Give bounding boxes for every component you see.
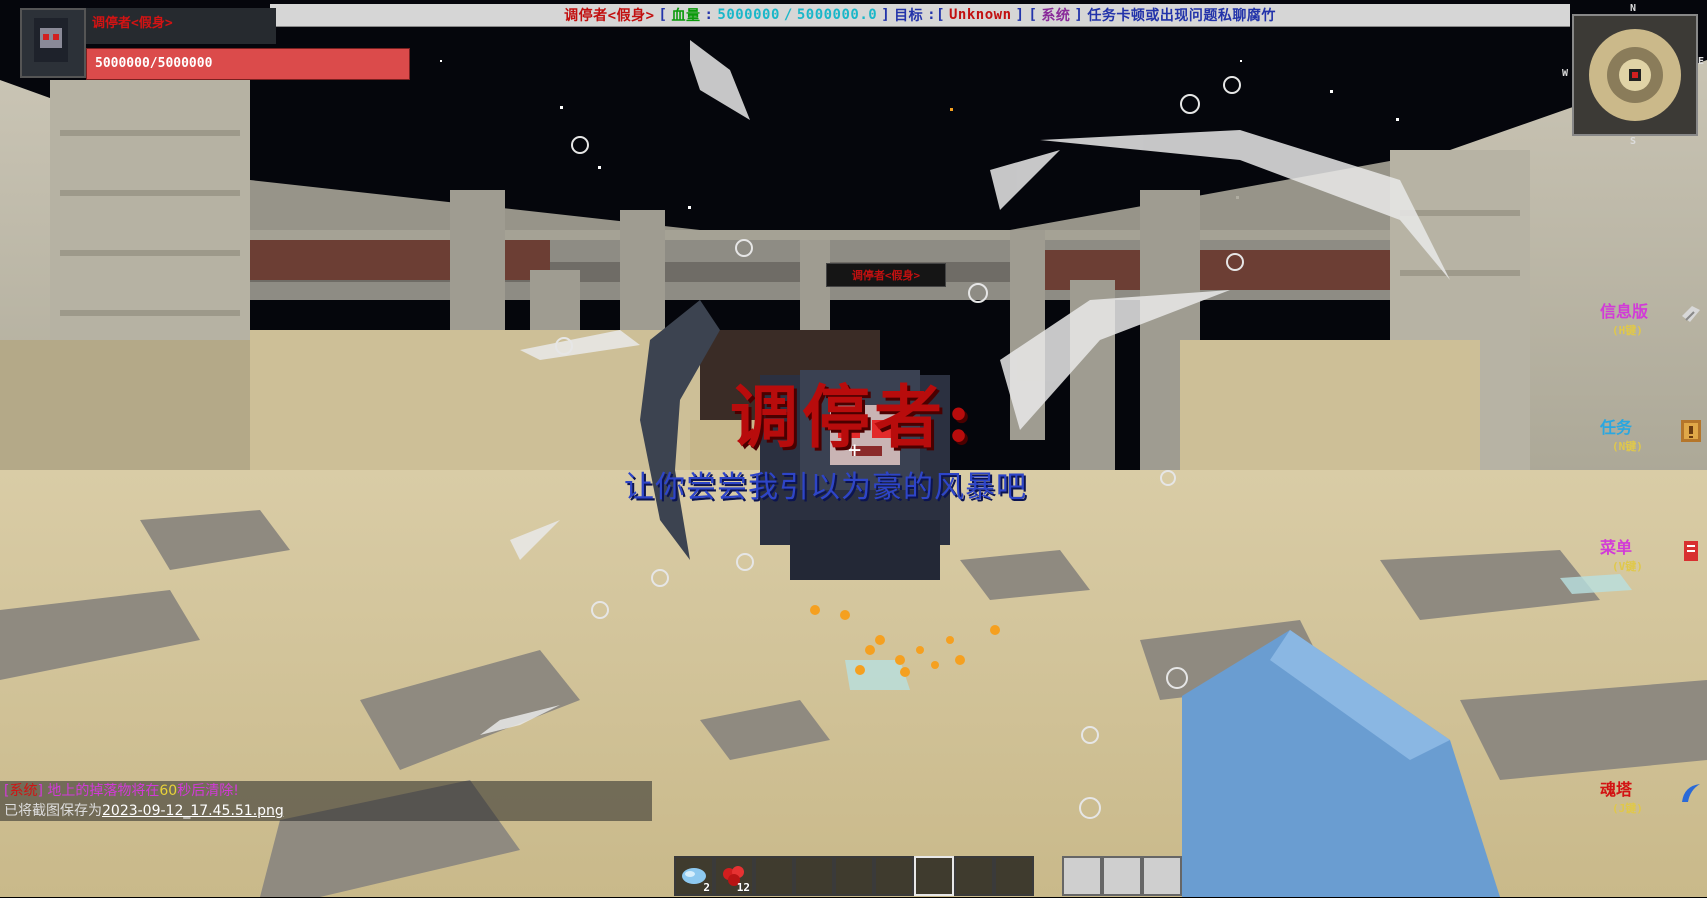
chat-line1-num: 60: [159, 783, 178, 799]
hotbar-slot-4[interactable]: [794, 856, 834, 896]
minimap-north: N: [1630, 3, 1637, 14]
banner-hp-label: 血量: [671, 8, 701, 24]
info-board-icon: [1682, 306, 1700, 322]
banner-hp-separator: /: [783, 7, 793, 23]
banner-system-tag: 系统: [1041, 8, 1071, 24]
hotbar-slot-1[interactable]: 2: [674, 856, 714, 896]
chat-panel: [系统] 地上的掉落物将在60秒后清除! 已将截图保存为2023-09-12_1…: [0, 781, 652, 821]
menu-card-icon: [1684, 541, 1698, 561]
boss-nameplate: 调停者<假身>: [826, 263, 946, 287]
hotbar-slot-count: 12: [736, 881, 750, 894]
soul-tower-icon: [1682, 784, 1700, 802]
hotbar-slot-5[interactable]: [834, 856, 874, 896]
boss-hp-bar: 5000000/5000000: [86, 48, 410, 80]
boss-portrait: [20, 8, 86, 78]
chat-line1-post: 秒后清除!: [177, 783, 239, 799]
hotbar-slot-9[interactable]: [994, 856, 1034, 896]
minimap-south: S: [1630, 136, 1637, 147]
chat-line2-pre: 已将截图保存为: [4, 803, 102, 819]
banner-target-value: Unknown: [949, 7, 1012, 23]
hotbar-slot-7[interactable]: [914, 856, 954, 896]
extra-slot-1[interactable]: [1062, 856, 1102, 896]
boss-hp-text: 5000000/5000000: [95, 56, 213, 71]
extra-slot-3[interactable]: [1142, 856, 1182, 896]
minimap-west: W: [1562, 68, 1569, 79]
reaper-portrait-icon: [34, 18, 68, 62]
side-menu-quest[interactable]: 任务 (N键): [1600, 414, 1701, 454]
chat-line1-pre: 地上的掉落物将在: [47, 783, 160, 799]
lower-wall-right: [1180, 340, 1480, 480]
lower-wall-left: [250, 330, 710, 470]
extra-slots: [1062, 856, 1182, 896]
boss-status-panel: 调停者<假身> 5000000/5000000: [6, 4, 410, 80]
side-menu-soul-tower[interactable]: 魂塔 (J键): [1600, 776, 1700, 816]
minimap-arena-icon: [1574, 16, 1696, 134]
quest-book-icon: [1681, 420, 1701, 442]
minimap-east: E: [1698, 56, 1705, 67]
hotbar-slot-8[interactable]: [954, 856, 994, 896]
boss-panel-name: 调停者<假身>: [86, 8, 276, 44]
dialog-speaker: 调停者:: [730, 378, 976, 458]
side-menu-info-board[interactable]: 信息版 (H键): [1600, 298, 1700, 338]
banner-hp-current: 5000000: [717, 7, 780, 23]
screenshot-file-link[interactable]: 2023-09-12_17.45.51.png: [102, 803, 284, 819]
hotbar-slot-6[interactable]: [874, 856, 914, 896]
extra-slot-2[interactable]: [1102, 856, 1142, 896]
hotbar-slot-3[interactable]: [754, 856, 794, 896]
chat-system-tag: 系统: [9, 783, 38, 799]
dialog-line: 让你尝尝我引以为豪的风暴吧: [624, 470, 1027, 505]
hotbar: 2 12: [674, 856, 1034, 896]
banner-hp-max: 5000000.0: [796, 7, 878, 23]
boss-info-banner: 调停者<假身> [血量: 5000000 / 5000000.0] 目标:[ U…: [270, 4, 1570, 27]
hotbar-slot-2[interactable]: 12: [714, 856, 754, 896]
banner-system-message: 任务卡顿或出现问题私聊腐竹: [1087, 8, 1276, 24]
hotbar-slot-count: 2: [703, 881, 710, 894]
chat-line-system: [系统] 地上的掉落物将在60秒后清除!: [4, 783, 239, 799]
chat-line-screenshot: 已将截图保存为2023-09-12_17.45.51.png: [0, 801, 652, 821]
banner-target-label: 目标: [894, 8, 924, 24]
minimap[interactable]: N S W E: [1562, 3, 1704, 147]
banner-boss-name: 调停者<假身>: [564, 8, 655, 24]
side-menu-menu[interactable]: 菜单 (V键): [1600, 534, 1700, 574]
